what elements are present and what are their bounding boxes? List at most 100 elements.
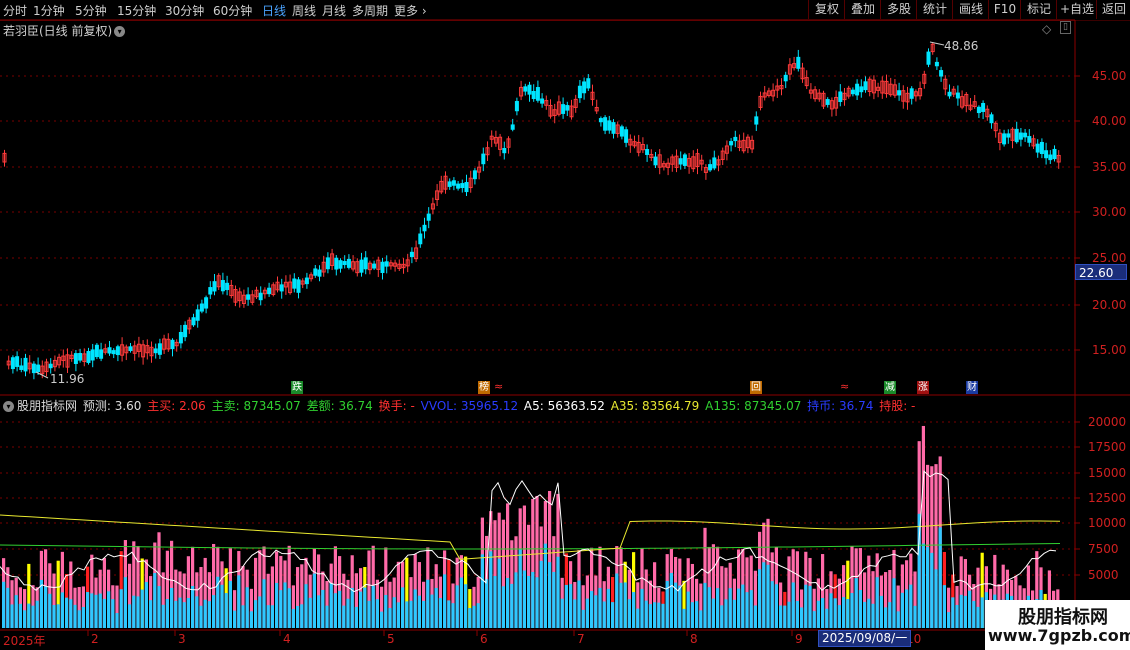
volume-bar-inner [749,590,753,628]
volume-bar-inner [829,593,833,628]
volume-tick: 10000 [1088,516,1127,530]
event-tag[interactable]: 回 [750,381,762,394]
candle-body [838,91,843,102]
volume-bar-inner [653,602,657,628]
candle-body [15,356,20,367]
volume-bar-inner [417,595,421,628]
volume-bar-inner [119,589,123,628]
low-price-label: 11.96 [50,372,85,386]
volume-bar-inner [56,604,60,628]
volume-bar-inner [976,606,980,628]
volume-bar-inner [237,575,241,628]
indicator-value: 主卖: 87345.07 [207,399,301,413]
volume-bar-inner [556,556,560,628]
candle-body [111,350,116,355]
event-tag[interactable]: 榜 [478,381,490,394]
candle-body [733,136,738,142]
volume-bar-inner [132,595,136,628]
volume-bar-inner [300,604,304,628]
volume-bar-inner [795,600,799,628]
candle-body [729,141,734,146]
current-price-badge: 22.60 [1075,264,1127,280]
candle-body [225,282,230,291]
candle-body [153,348,158,354]
volume-bar-inner [833,598,837,628]
candle-body [796,56,801,69]
event-tag[interactable]: 减 [884,381,896,394]
volume-bar-inner [199,605,203,628]
volume-bar-inner [178,597,182,628]
candle-body [1044,150,1049,159]
volume-bar-inner [396,602,400,628]
candle-body [1048,154,1053,161]
volume-bar-inner [871,603,875,628]
volume-bar-inner [77,610,81,628]
volume-bar-inner [86,592,90,628]
volume-bar-inner [228,580,232,628]
volume-bar-inner [413,589,417,628]
candle-body [850,89,855,95]
volume-bar-inner [510,583,514,628]
cursor-date: 2025/09/08/一 [818,630,912,647]
kline-chart[interactable] [0,0,1130,650]
volume-bar-inner [921,543,925,628]
indicator-name[interactable]: 股朋指标网 [17,399,77,413]
volume-bar-inner [52,605,56,628]
event-tag[interactable]: 涨 [917,381,929,394]
volume-bar-inner [350,587,354,628]
event-tag[interactable]: 跌 [291,381,303,394]
volume-bar-inner [774,584,778,628]
volume-bar-inner [128,604,132,628]
candle-body [199,303,204,312]
volume-bar-inner [245,587,249,628]
volume-bar-inner [480,554,484,628]
candle-body [208,287,213,295]
candle-body [577,85,582,99]
chevron-down-icon[interactable]: ▾ [3,401,14,412]
date-tick: 4 [283,632,291,646]
volume-bar-inner [18,603,22,628]
volume-bar-inner [543,543,547,628]
volume-bar-inner [115,613,119,628]
volume-bar-inner [27,603,31,628]
candle-body [1002,133,1007,145]
volume-bar-inner [892,578,896,628]
volume-bar-inner [720,605,724,628]
volume-bar-inner [65,597,69,628]
volume-bar-inner [338,590,342,628]
volume-bar-inner [863,601,867,628]
volume-bar-inner [762,562,766,628]
event-tag[interactable]: 财 [966,381,978,394]
indicator-header: ▾ 股朋指标网 预测: 3.60 主买: 2.06 主卖: 87345.07 差额… [3,397,917,414]
candle-body [212,281,217,292]
volume-bar-inner [560,598,564,628]
volume-bar-inner [363,587,367,628]
volume-bar-inner [123,577,127,628]
volume-bar-inner [598,587,602,628]
volume-bar-inner [224,593,228,628]
candle-body [926,51,931,65]
marker-icon: ≈ [840,380,850,393]
volume-bar-inner [258,596,262,628]
candle-body [372,263,377,269]
volume-bar-inner [640,588,644,628]
volume-bar-inner [602,601,606,628]
volume-bar-inner [191,585,195,628]
candle-body [418,233,423,245]
volume-tick: 15000 [1088,466,1127,480]
volume-bar-inner [837,605,841,628]
candle-body [607,120,612,131]
high-price-label: 48.86 [944,39,979,53]
volume-bar-inner [825,608,829,628]
candle-body [94,344,99,358]
volume-tick: 7500 [1088,542,1119,556]
volume-bar-inner [98,593,102,628]
candle-body [363,257,368,270]
candle-body [909,88,914,99]
candle-body [1006,133,1011,138]
volume-tick: 12500 [1088,491,1127,505]
candle-body [523,86,528,92]
volume-bar-inner [346,598,350,628]
candle-body [934,61,939,67]
marker-icon: ≈ [494,380,504,393]
